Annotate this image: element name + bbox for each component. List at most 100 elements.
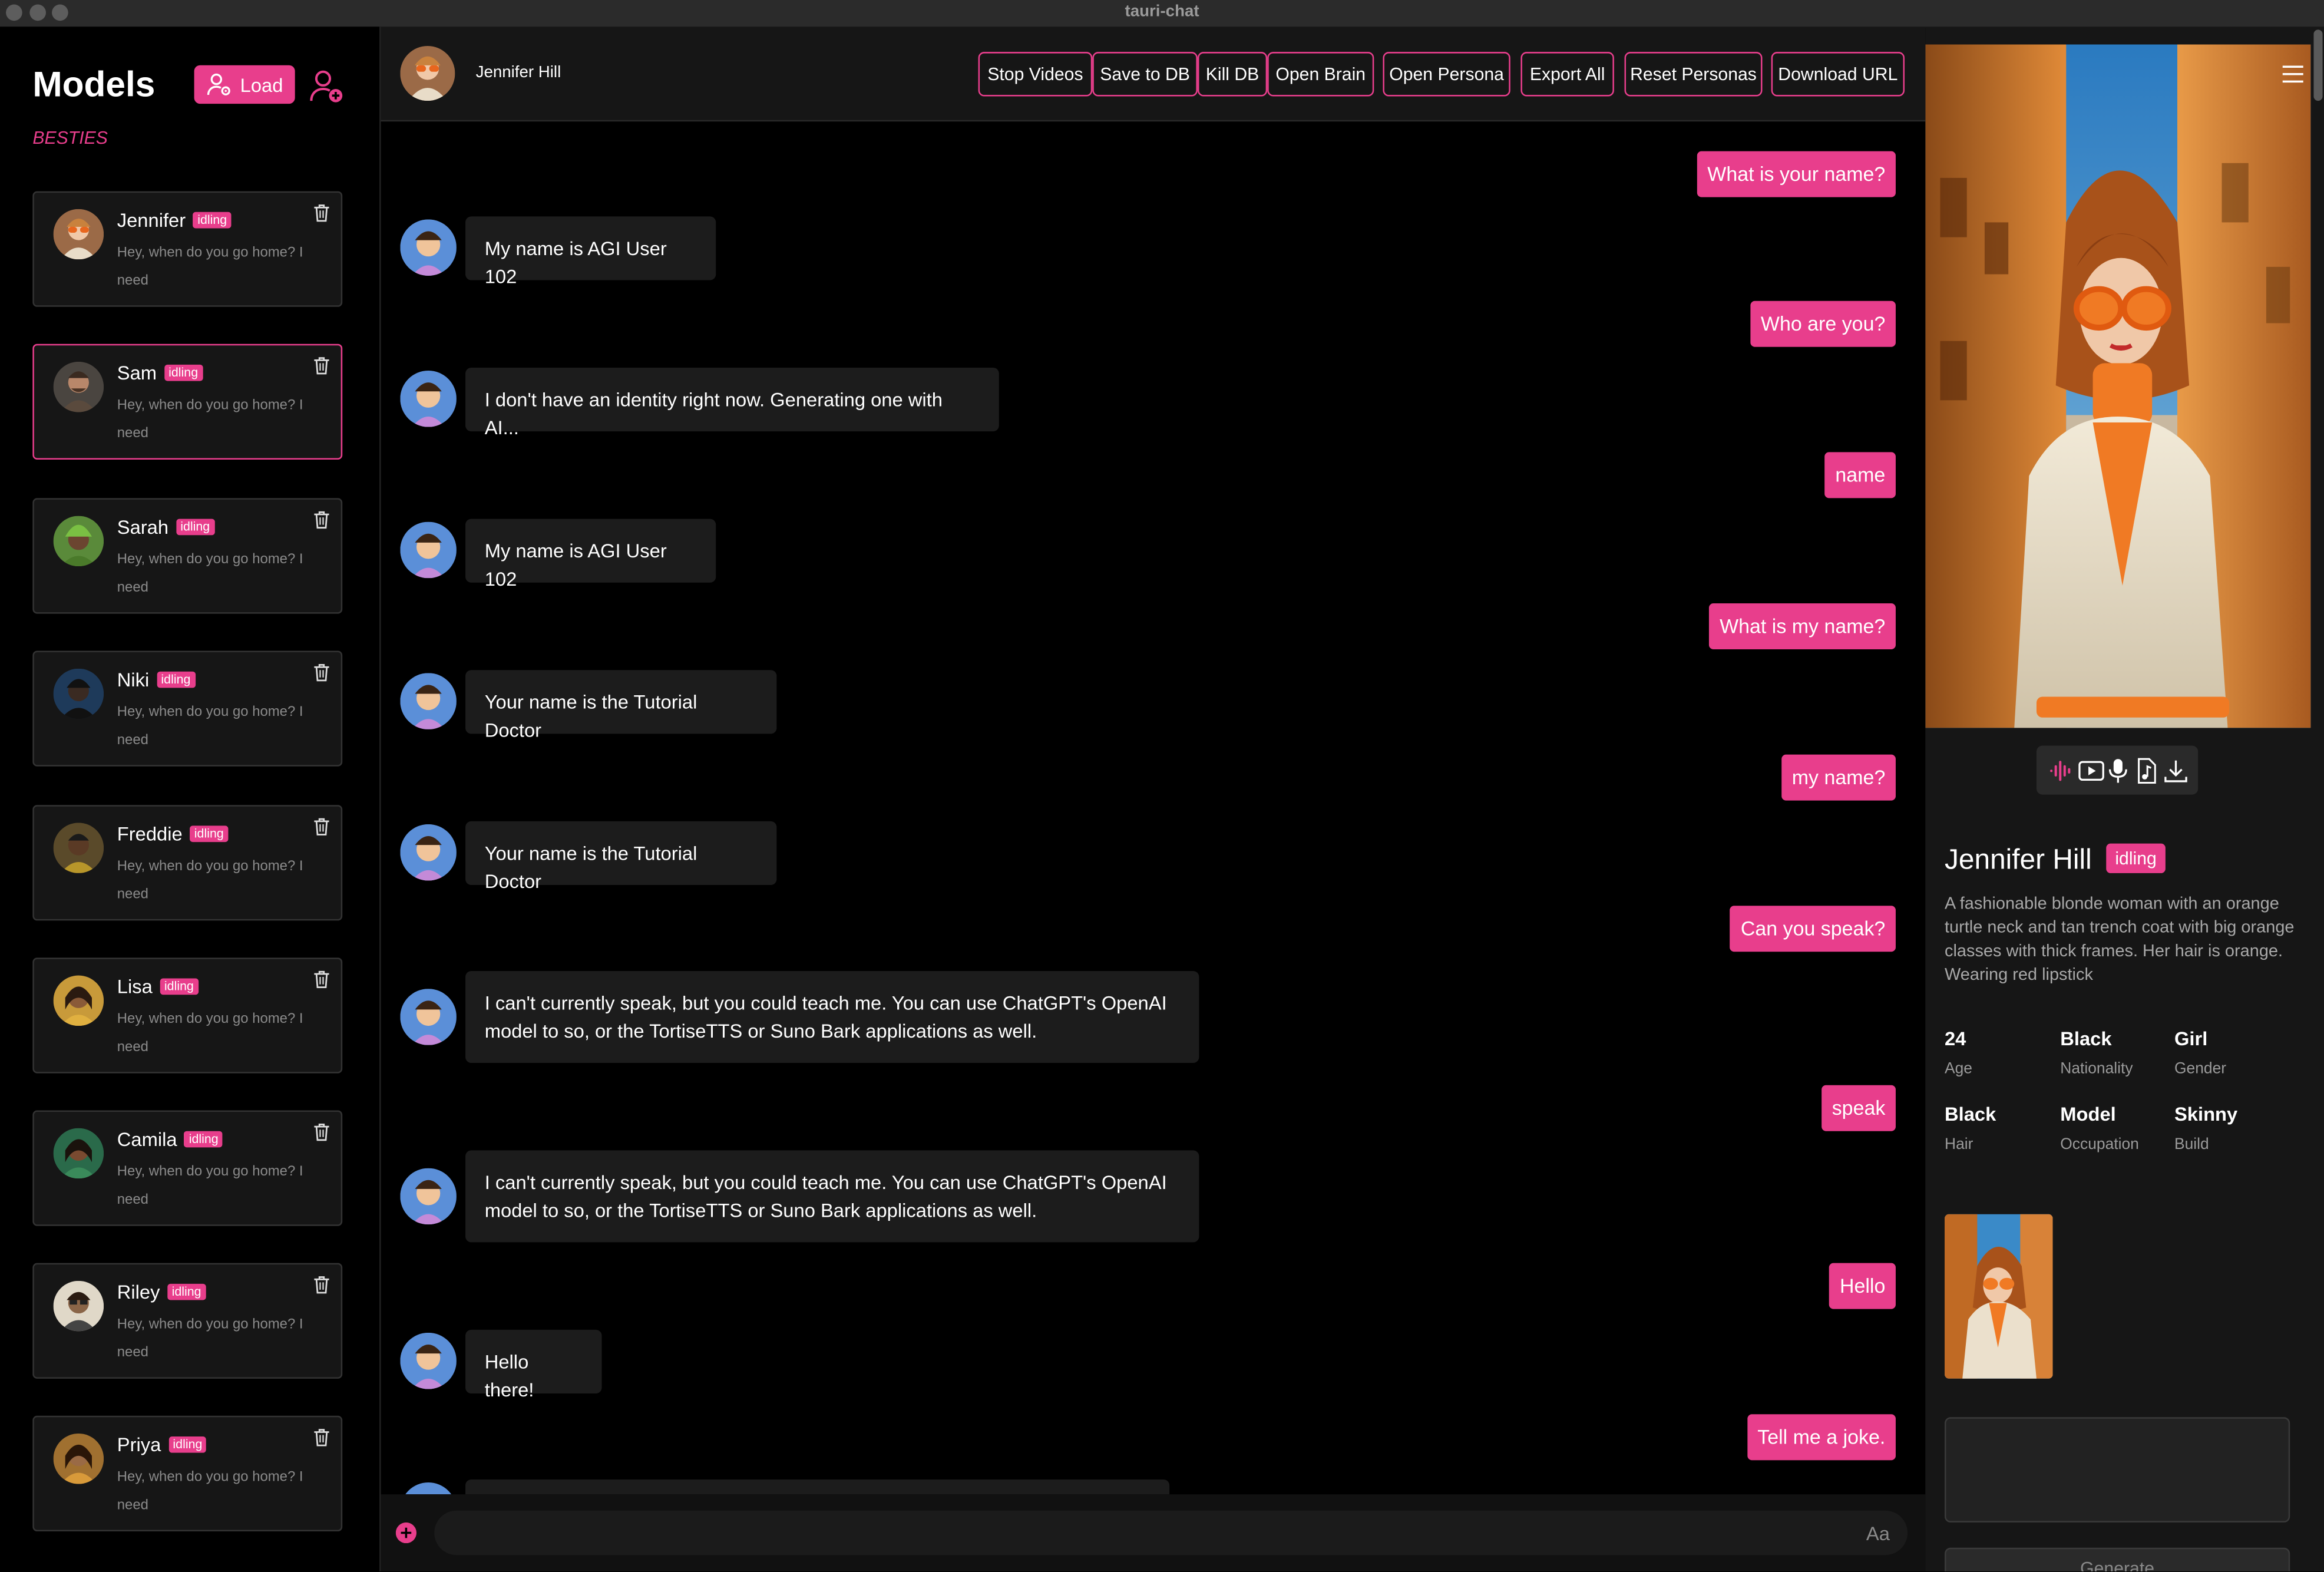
- stat-age-value: 24: [1944, 1027, 1966, 1050]
- save-to-db-button[interactable]: Save to DB: [1092, 52, 1198, 97]
- message-input[interactable]: [434, 1510, 1908, 1556]
- user-message: Hello: [1829, 1263, 1896, 1309]
- avatar: [53, 516, 104, 567]
- load-button[interactable]: Load: [194, 65, 295, 104]
- persona-portrait: [1925, 44, 2311, 728]
- stat-nationality-value: Black: [2060, 1027, 2112, 1050]
- status-badge: idling: [156, 671, 195, 688]
- message-preview: Hey, when do you go home? I need: [117, 1010, 303, 1056]
- trash-icon[interactable]: [313, 203, 330, 223]
- persona-name: Jennifer Hill: [1944, 845, 2092, 876]
- bot-avatar: [400, 1168, 457, 1225]
- video-play-icon[interactable]: [2077, 757, 2104, 783]
- trash-icon[interactable]: [313, 663, 330, 682]
- plus-icon[interactable]: [395, 1522, 416, 1544]
- stat-gender-label: Gender: [2174, 1059, 2227, 1078]
- bot-message: I can't currently speak, but you could t…: [465, 1150, 1199, 1243]
- models-title: Models: [32, 65, 156, 105]
- model-name: Sarah: [117, 516, 169, 539]
- avatar: [53, 1433, 104, 1484]
- model-card-camila[interactable]: Camila idling Hey, when do you go home? I…: [32, 1110, 343, 1226]
- avatar: [53, 1128, 104, 1179]
- user-message: speak: [1821, 1085, 1896, 1131]
- avatar[interactable]: [400, 45, 455, 101]
- bot-avatar: [400, 521, 457, 579]
- message-preview: Hey, when do you go home? I need: [117, 704, 303, 749]
- export-all-button[interactable]: Export All: [1520, 52, 1614, 97]
- persona-description: A fashionable blonde woman with an orang…: [1944, 895, 2295, 985]
- stat-build-label: Build: [2174, 1135, 2209, 1154]
- user-message: What is your name?: [1697, 151, 1896, 197]
- model-card-freddie[interactable]: Freddie idling Hey, when do you go home? …: [32, 805, 343, 921]
- trash-icon[interactable]: [313, 969, 330, 989]
- stat-age-label: Age: [1944, 1059, 1973, 1078]
- status-badge: idling: [167, 1283, 206, 1300]
- chat-contact-name: Jennifer Hill: [475, 64, 561, 82]
- chat-header: Jennifer Hill Stop Videos Save to DB Kil…: [381, 27, 1926, 122]
- format-text-icon[interactable]: Aa: [1866, 1523, 1890, 1545]
- trash-icon[interactable]: [313, 817, 330, 836]
- download-url-button[interactable]: Download URL: [1771, 52, 1905, 97]
- bot-avatar: [400, 1482, 457, 1495]
- status-badge: idling: [2106, 843, 2166, 873]
- trash-icon[interactable]: [313, 510, 330, 530]
- bot-message: My name is AGI User 102: [465, 216, 716, 288]
- music-file-icon[interactable]: [2134, 757, 2157, 783]
- message-preview: Hey, when do you go home? I need: [117, 397, 303, 442]
- media-toolbar: [2036, 745, 2199, 795]
- microphone-icon[interactable]: [2105, 757, 2129, 783]
- kill-db-button[interactable]: Kill DB: [1197, 52, 1268, 97]
- bot-avatar: [400, 1332, 457, 1389]
- stop-videos-button[interactable]: Stop Videos: [978, 52, 1093, 97]
- trash-icon[interactable]: [313, 1122, 330, 1142]
- reset-personas-button[interactable]: Reset Personas: [1624, 52, 1763, 97]
- bot-message: Your name is the Tutorial Doctor: [465, 670, 777, 741]
- waveform-icon[interactable]: [2049, 757, 2072, 783]
- open-persona-button[interactable]: Open Persona: [1383, 52, 1510, 97]
- model-card-niki[interactable]: Niki idling Hey, when do you go home? I n…: [32, 650, 343, 767]
- menu-icon[interactable]: [2282, 65, 2303, 83]
- model-name: Jennifer: [117, 209, 186, 232]
- bot-message-partial: [465, 1479, 1170, 1495]
- add-user-icon[interactable]: [307, 67, 345, 105]
- avatar: [53, 1280, 104, 1332]
- model-name: Camila: [117, 1128, 177, 1151]
- trash-icon[interactable]: [313, 1428, 330, 1447]
- stat-hair-label: Hair: [1944, 1135, 1973, 1154]
- bot-avatar: [400, 219, 457, 276]
- app-window: tauri-chat Models Load BESTIES Jennifer i…: [0, 0, 2324, 1571]
- bot-message: Hello there!: [465, 1329, 602, 1401]
- model-name: Priya: [117, 1433, 161, 1456]
- generate-button[interactable]: Generate: [1944, 1547, 2290, 1571]
- status-badge: idling: [176, 519, 214, 536]
- user-message: name: [1824, 452, 1896, 498]
- user-gear-icon: [207, 73, 230, 95]
- model-card-jennifer[interactable]: Jennifer idling Hey, when do you go home?…: [32, 191, 343, 307]
- models-sidebar: Models Load BESTIES Jennifer idling Hey, …: [0, 27, 381, 1571]
- model-name: Niki: [117, 668, 150, 691]
- model-card-sarah[interactable]: Sarah idling Hey, when do you go home? I …: [32, 498, 343, 614]
- download-icon[interactable]: [2162, 757, 2187, 783]
- open-brain-button[interactable]: Open Brain: [1267, 52, 1374, 97]
- avatar: [53, 975, 104, 1026]
- persona-thumbnail[interactable]: [1944, 1214, 2053, 1379]
- stat-hair-value: Black: [1944, 1102, 1996, 1125]
- trash-icon[interactable]: [313, 356, 330, 375]
- message-preview: Hey, when do you go home? I need: [117, 1164, 303, 1208]
- model-name: Riley: [117, 1280, 160, 1303]
- panel-scrollbar[interactable]: [2313, 29, 2323, 101]
- persona-prompt-input[interactable]: [1944, 1417, 2290, 1523]
- avatar: [53, 361, 104, 412]
- load-label: Load: [240, 73, 283, 96]
- status-badge: idling: [193, 212, 232, 229]
- message-composer: Aa: [381, 1494, 1926, 1571]
- trash-icon[interactable]: [313, 1275, 330, 1294]
- section-label-besties: BESTIES: [32, 127, 108, 148]
- message-preview: Hey, when do you go home? I need: [117, 1469, 303, 1514]
- model-card-priya[interactable]: Priya idling Hey, when do you go home? I …: [32, 1415, 343, 1532]
- status-badge: idling: [190, 825, 229, 843]
- model-card-lisa[interactable]: Lisa idling Hey, when do you go home? I n…: [32, 957, 343, 1074]
- model-card-riley[interactable]: Riley idling Hey, when do you go home? I …: [32, 1263, 343, 1379]
- model-card-sam[interactable]: Sam idling Hey, when do you go home? I ne…: [32, 344, 343, 460]
- avatar: [53, 823, 104, 873]
